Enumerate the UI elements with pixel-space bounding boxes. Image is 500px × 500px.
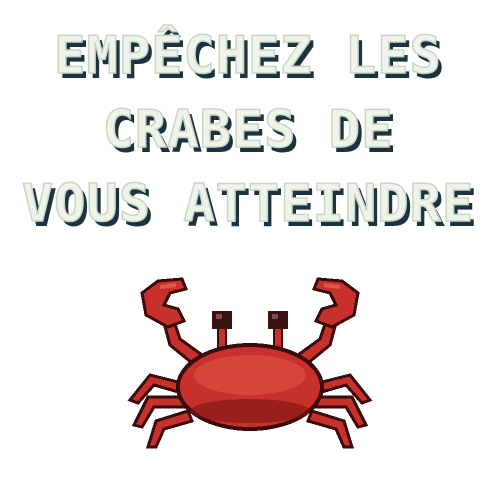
crab-icon xyxy=(120,275,380,465)
game-title: EMPÊCHEZ LES EMPÊCHEZ LES CRABES DE CRAB… xyxy=(21,24,477,239)
title-line-3: VOUS ATTEINDRE xyxy=(22,174,474,234)
crab-claw-left xyxy=(140,277,189,329)
crab-claw-right xyxy=(311,277,360,329)
game-screen: EMPÊCHEZ LES EMPÊCHEZ LES CRABES DE CRAB… xyxy=(0,0,500,500)
title-line-1: EMPÊCHEZ LES xyxy=(54,25,442,86)
crab-body xyxy=(176,343,324,431)
title-line-2: CRABES DE xyxy=(103,100,394,160)
crab-sprite xyxy=(127,277,373,449)
